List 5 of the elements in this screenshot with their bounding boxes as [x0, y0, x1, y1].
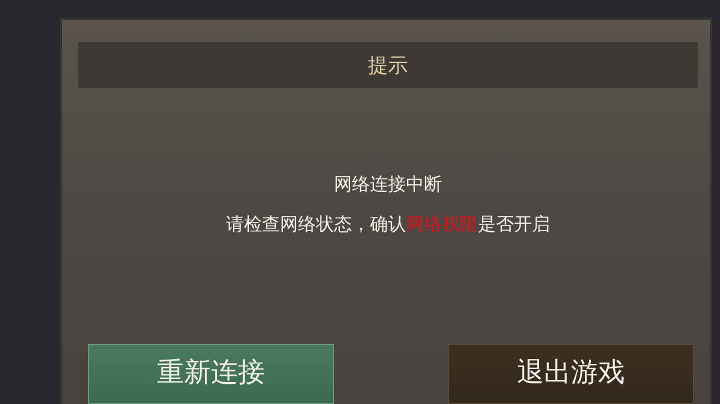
- exit-button[interactable]: 退出游戏: [448, 344, 694, 404]
- dialog-title: 提示: [368, 52, 408, 78]
- message-text: 请检查网络状态，确认网络权限是否开启: [226, 213, 550, 236]
- message-text: 网络连接中断: [334, 173, 442, 196]
- reconnect-button[interactable]: 重新连接: [88, 344, 334, 404]
